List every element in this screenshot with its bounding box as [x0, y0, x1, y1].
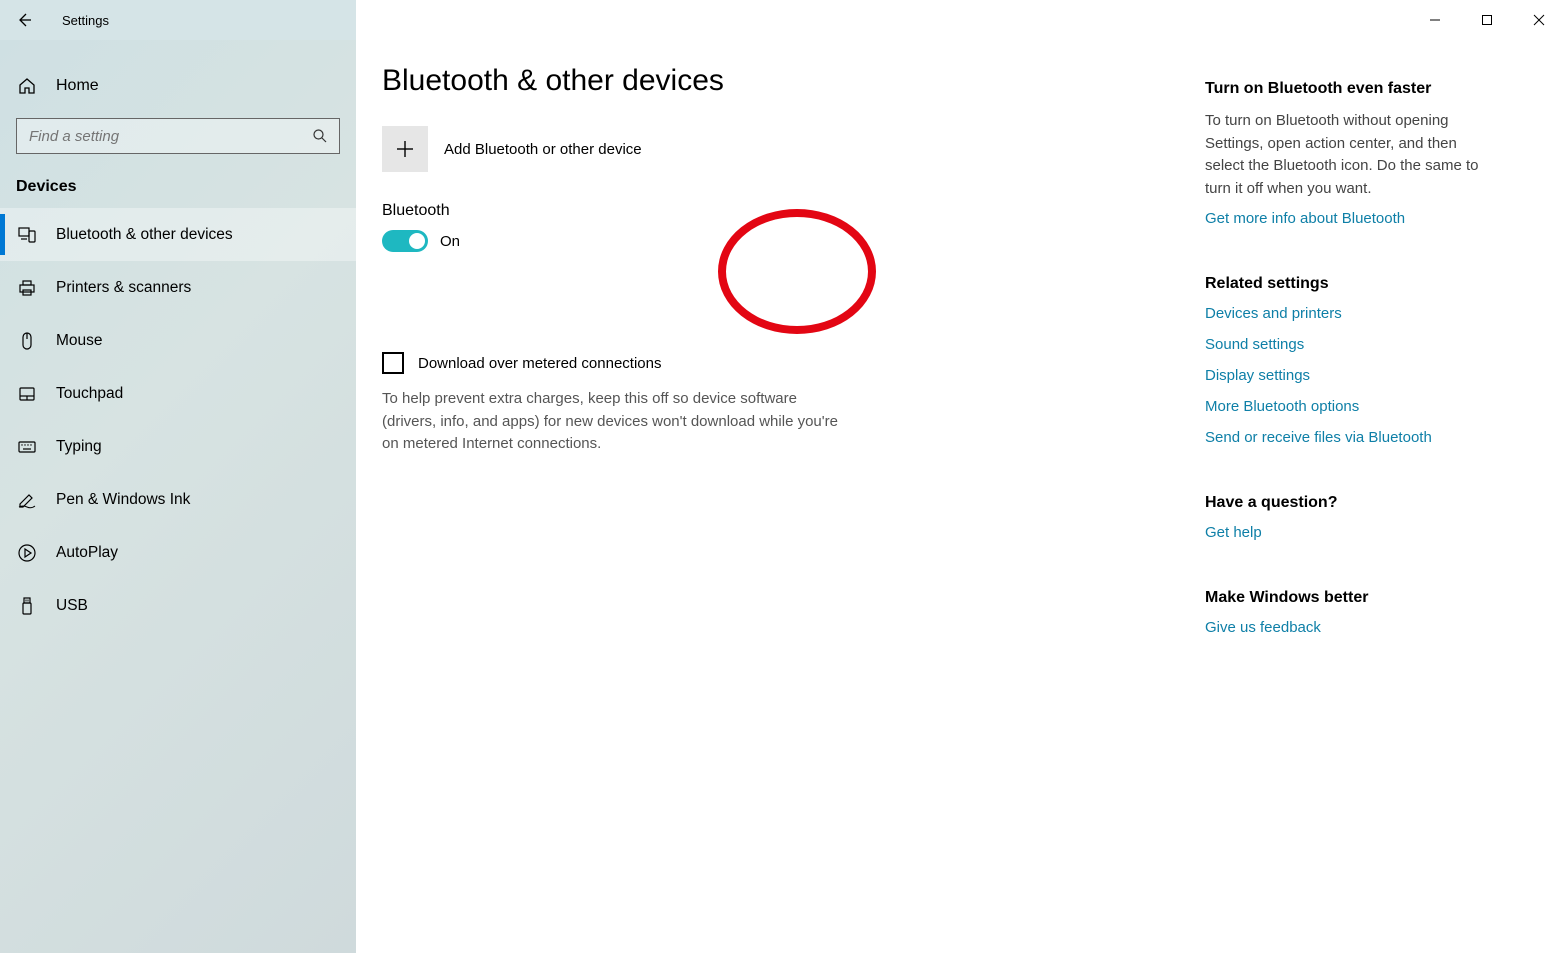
- bluetooth-section-label: Bluetooth: [382, 202, 1081, 220]
- sidebar-item-label: AutoPlay: [56, 544, 118, 562]
- metered-checkbox[interactable]: [382, 352, 404, 374]
- sidebar-item-typing[interactable]: Typing: [0, 420, 356, 473]
- feedback-heading: Make Windows better: [1205, 589, 1525, 607]
- bluetooth-toggle[interactable]: [382, 230, 428, 252]
- related-link-display[interactable]: Display settings: [1205, 367, 1525, 384]
- question-heading: Have a question?: [1205, 494, 1525, 512]
- sidebar-item-touchpad[interactable]: Touchpad: [0, 367, 356, 420]
- annotation-highlight-circle: [718, 209, 876, 334]
- search-wrap: [16, 118, 340, 154]
- tip-heading: Turn on Bluetooth even faster: [1205, 80, 1525, 98]
- give-feedback-link[interactable]: Give us feedback: [1205, 619, 1525, 636]
- mouse-icon: [16, 331, 38, 351]
- window-controls: [1409, 0, 1565, 40]
- keyboard-icon: [16, 437, 38, 457]
- tip-text: To turn on Bluetooth without opening Set…: [1205, 110, 1485, 200]
- maximize-button[interactable]: [1461, 0, 1513, 40]
- related-link-devices-printers[interactable]: Devices and printers: [1205, 305, 1525, 322]
- window-title: Settings: [48, 13, 109, 28]
- sidebar-section-label: Devices: [0, 154, 356, 208]
- bluetooth-toggle-state: On: [440, 233, 460, 250]
- related-link-sound[interactable]: Sound settings: [1205, 336, 1525, 353]
- printer-icon: [16, 278, 38, 298]
- autoplay-icon: [16, 543, 38, 563]
- page-title: Bluetooth & other devices: [382, 64, 1081, 98]
- minimize-button[interactable]: [1409, 0, 1461, 40]
- related-link-more-bluetooth[interactable]: More Bluetooth options: [1205, 398, 1525, 415]
- sidebar-item-autoplay[interactable]: AutoPlay: [0, 526, 356, 579]
- sidebar-item-label: Touchpad: [56, 385, 123, 403]
- search-icon: [312, 128, 328, 144]
- sidebar-item-bluetooth[interactable]: Bluetooth & other devices: [0, 208, 356, 261]
- sidebar-item-mouse[interactable]: Mouse: [0, 314, 356, 367]
- sidebar-item-label: Bluetooth & other devices: [56, 226, 233, 244]
- usb-icon: [16, 596, 38, 616]
- touchpad-icon: [16, 384, 38, 404]
- sidebar: Home Devices Bluetooth & other devices P…: [0, 40, 356, 953]
- toggle-knob: [409, 233, 425, 249]
- related-heading: Related settings: [1205, 275, 1525, 293]
- search-input[interactable]: [16, 118, 340, 154]
- sidebar-item-usb[interactable]: USB: [0, 579, 356, 632]
- add-device-label: Add Bluetooth or other device: [444, 141, 642, 158]
- sidebar-item-pen[interactable]: Pen & Windows Ink: [0, 473, 356, 526]
- devices-icon: [16, 225, 38, 245]
- sidebar-item-label: Mouse: [56, 332, 103, 350]
- sidebar-item-label: Pen & Windows Ink: [56, 491, 190, 509]
- sidebar-item-label: Printers & scanners: [56, 279, 191, 297]
- plus-icon: [382, 126, 428, 172]
- sidebar-item-printers[interactable]: Printers & scanners: [0, 261, 356, 314]
- sidebar-item-home[interactable]: Home: [0, 64, 356, 108]
- back-button[interactable]: [0, 0, 48, 40]
- home-icon: [16, 76, 38, 96]
- related-link-send-receive[interactable]: Send or receive files via Bluetooth: [1205, 429, 1525, 446]
- tip-link[interactable]: Get more info about Bluetooth: [1205, 210, 1525, 227]
- aside-pane: Turn on Bluetooth even faster To turn on…: [1105, 40, 1565, 953]
- metered-description: To help prevent extra charges, keep this…: [382, 388, 842, 456]
- sidebar-item-label: USB: [56, 597, 88, 615]
- sidebar-home-label: Home: [56, 77, 99, 95]
- sidebar-item-label: Typing: [56, 438, 102, 456]
- pen-icon: [16, 490, 38, 510]
- get-help-link[interactable]: Get help: [1205, 524, 1525, 541]
- titlebar: Settings: [0, 0, 1565, 40]
- close-button[interactable]: [1513, 0, 1565, 40]
- metered-label: Download over metered connections: [418, 355, 661, 372]
- add-device-row[interactable]: Add Bluetooth or other device: [382, 126, 1081, 172]
- content-pane: Bluetooth & other devices Add Bluetooth …: [356, 40, 1105, 953]
